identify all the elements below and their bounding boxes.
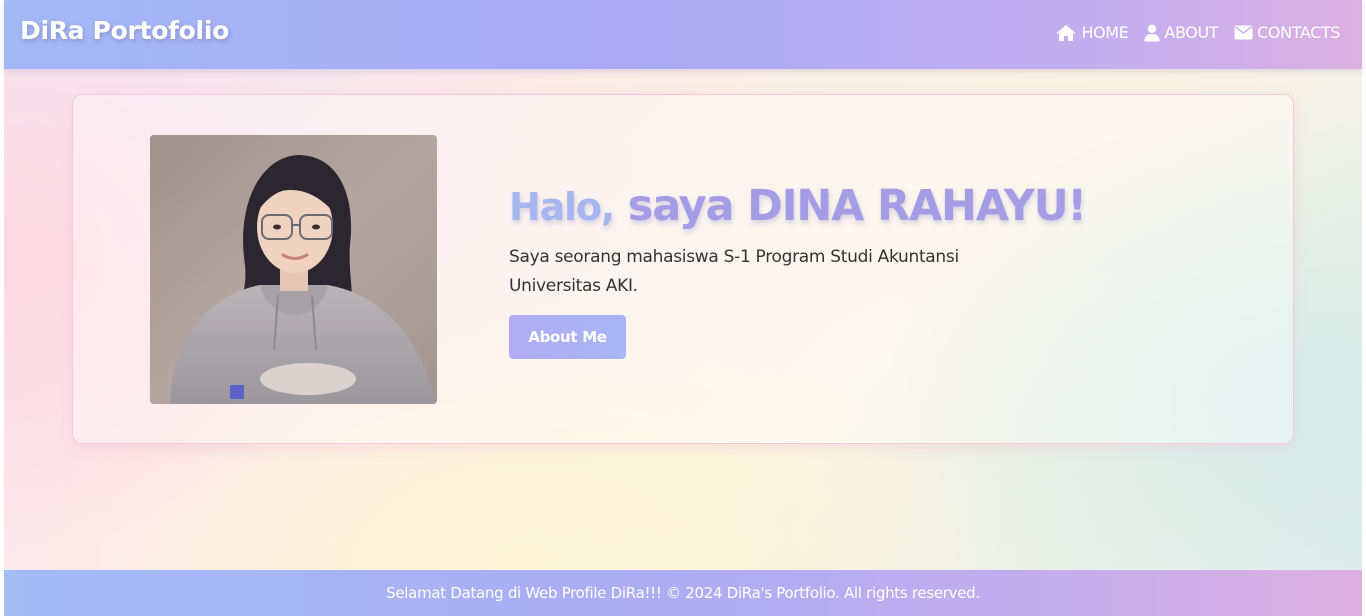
envelope-icon xyxy=(1234,25,1253,40)
nav-about-label: ABOUT xyxy=(1164,23,1219,42)
home-icon xyxy=(1055,24,1077,42)
page: DiRa Portofolio HOME ABOUT CONTACTS Halo… xyxy=(4,0,1362,616)
navbar: DiRa Portofolio HOME ABOUT CONTACTS xyxy=(4,0,1362,69)
user-icon xyxy=(1144,24,1160,42)
hero-content: Halo, saya DINA RAHAYU! Saya seorang mah… xyxy=(509,181,1129,359)
hero-headline: Halo, saya DINA RAHAYU! xyxy=(509,181,1129,231)
footer-text: Selamat Datang di Web Profile DiRa!!! © … xyxy=(386,584,980,602)
footer: Selamat Datang di Web Profile DiRa!!! © … xyxy=(4,570,1362,616)
nav-home-label: HOME xyxy=(1081,23,1129,42)
nav-home[interactable]: HOME xyxy=(1055,23,1129,42)
brand-logo[interactable]: DiRa Portofolio xyxy=(20,16,229,45)
hero-greeting: Halo, xyxy=(509,185,615,229)
profile-photo xyxy=(150,135,437,404)
hero-name: saya DINA RAHAYU! xyxy=(627,181,1087,231)
hero-card: Halo, saya DINA RAHAYU! Saya seorang mah… xyxy=(72,94,1294,444)
nav-about[interactable]: ABOUT xyxy=(1144,23,1219,42)
main-nav: HOME ABOUT CONTACTS xyxy=(1055,23,1340,42)
nav-contacts-label: CONTACTS xyxy=(1257,23,1340,42)
nav-contacts[interactable]: CONTACTS xyxy=(1234,23,1340,42)
hero-description: Saya seorang mahasiswa S-1 Program Studi… xyxy=(509,247,959,296)
about-me-button[interactable]: About Me xyxy=(509,315,626,359)
